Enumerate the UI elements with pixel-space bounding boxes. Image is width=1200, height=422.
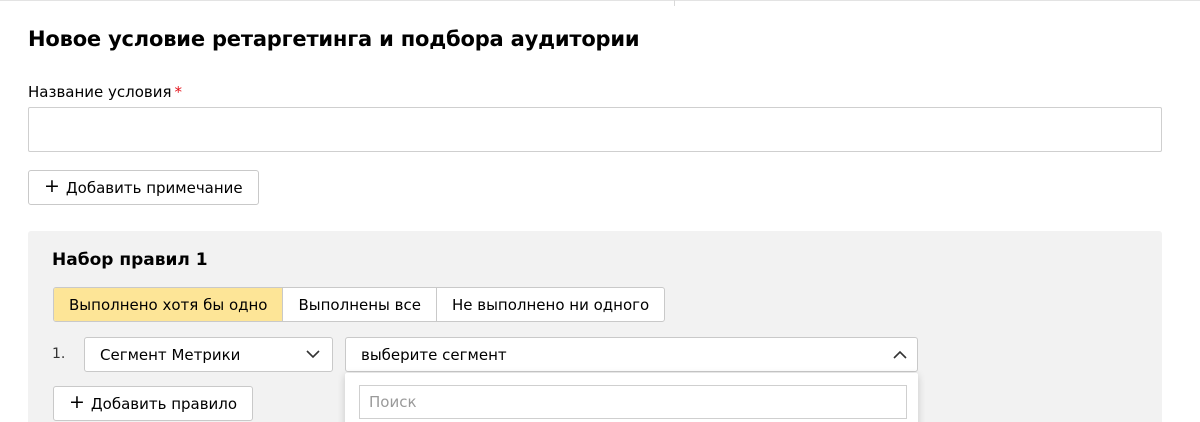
ruleset-title: Набор правил 1	[52, 250, 208, 270]
add-note-button[interactable]: + Добавить примечание	[28, 170, 259, 205]
chevron-down-icon	[306, 350, 320, 359]
page-title: Новое условие ретаргетинга и подбора ауд…	[28, 27, 640, 51]
match-mode-any[interactable]: Выполнено хотя бы одно	[54, 288, 284, 321]
segment-search-input[interactable]	[359, 385, 907, 419]
top-divider-tick	[674, 0, 675, 6]
retargeting-condition-page: Новое условие ретаргетинга и подбора ауд…	[0, 0, 1200, 422]
match-mode-none[interactable]: Не выполнено ни одного	[437, 288, 664, 321]
condition-name-label: Название условия *	[28, 83, 182, 101]
plus-icon: +	[44, 175, 60, 197]
add-rule-button[interactable]: + Добавить правило	[53, 386, 254, 421]
required-star: *	[174, 83, 183, 101]
segment-select-value: выберите сегмент	[361, 345, 507, 364]
chevron-up-icon	[893, 350, 907, 359]
segment-select[interactable]: выберите сегмент	[345, 337, 918, 372]
rule-number: 1.	[52, 346, 66, 362]
segment-dropdown	[345, 373, 918, 422]
top-divider	[0, 0, 1200, 1]
rule-source-select[interactable]: Сегмент Метрики	[84, 337, 333, 372]
match-mode-switch: Выполнено хотя бы одно Выполнены все Не …	[53, 287, 666, 322]
rule-source-value: Сегмент Метрики	[100, 345, 241, 364]
add-rule-button-label: Добавить правило	[90, 394, 238, 413]
add-note-button-label: Добавить примечание	[65, 178, 243, 197]
condition-name-input[interactable]	[28, 107, 1162, 152]
plus-icon: +	[69, 391, 85, 413]
condition-name-label-text: Название условия	[28, 83, 172, 101]
match-mode-all[interactable]: Выполнены все	[283, 288, 437, 321]
